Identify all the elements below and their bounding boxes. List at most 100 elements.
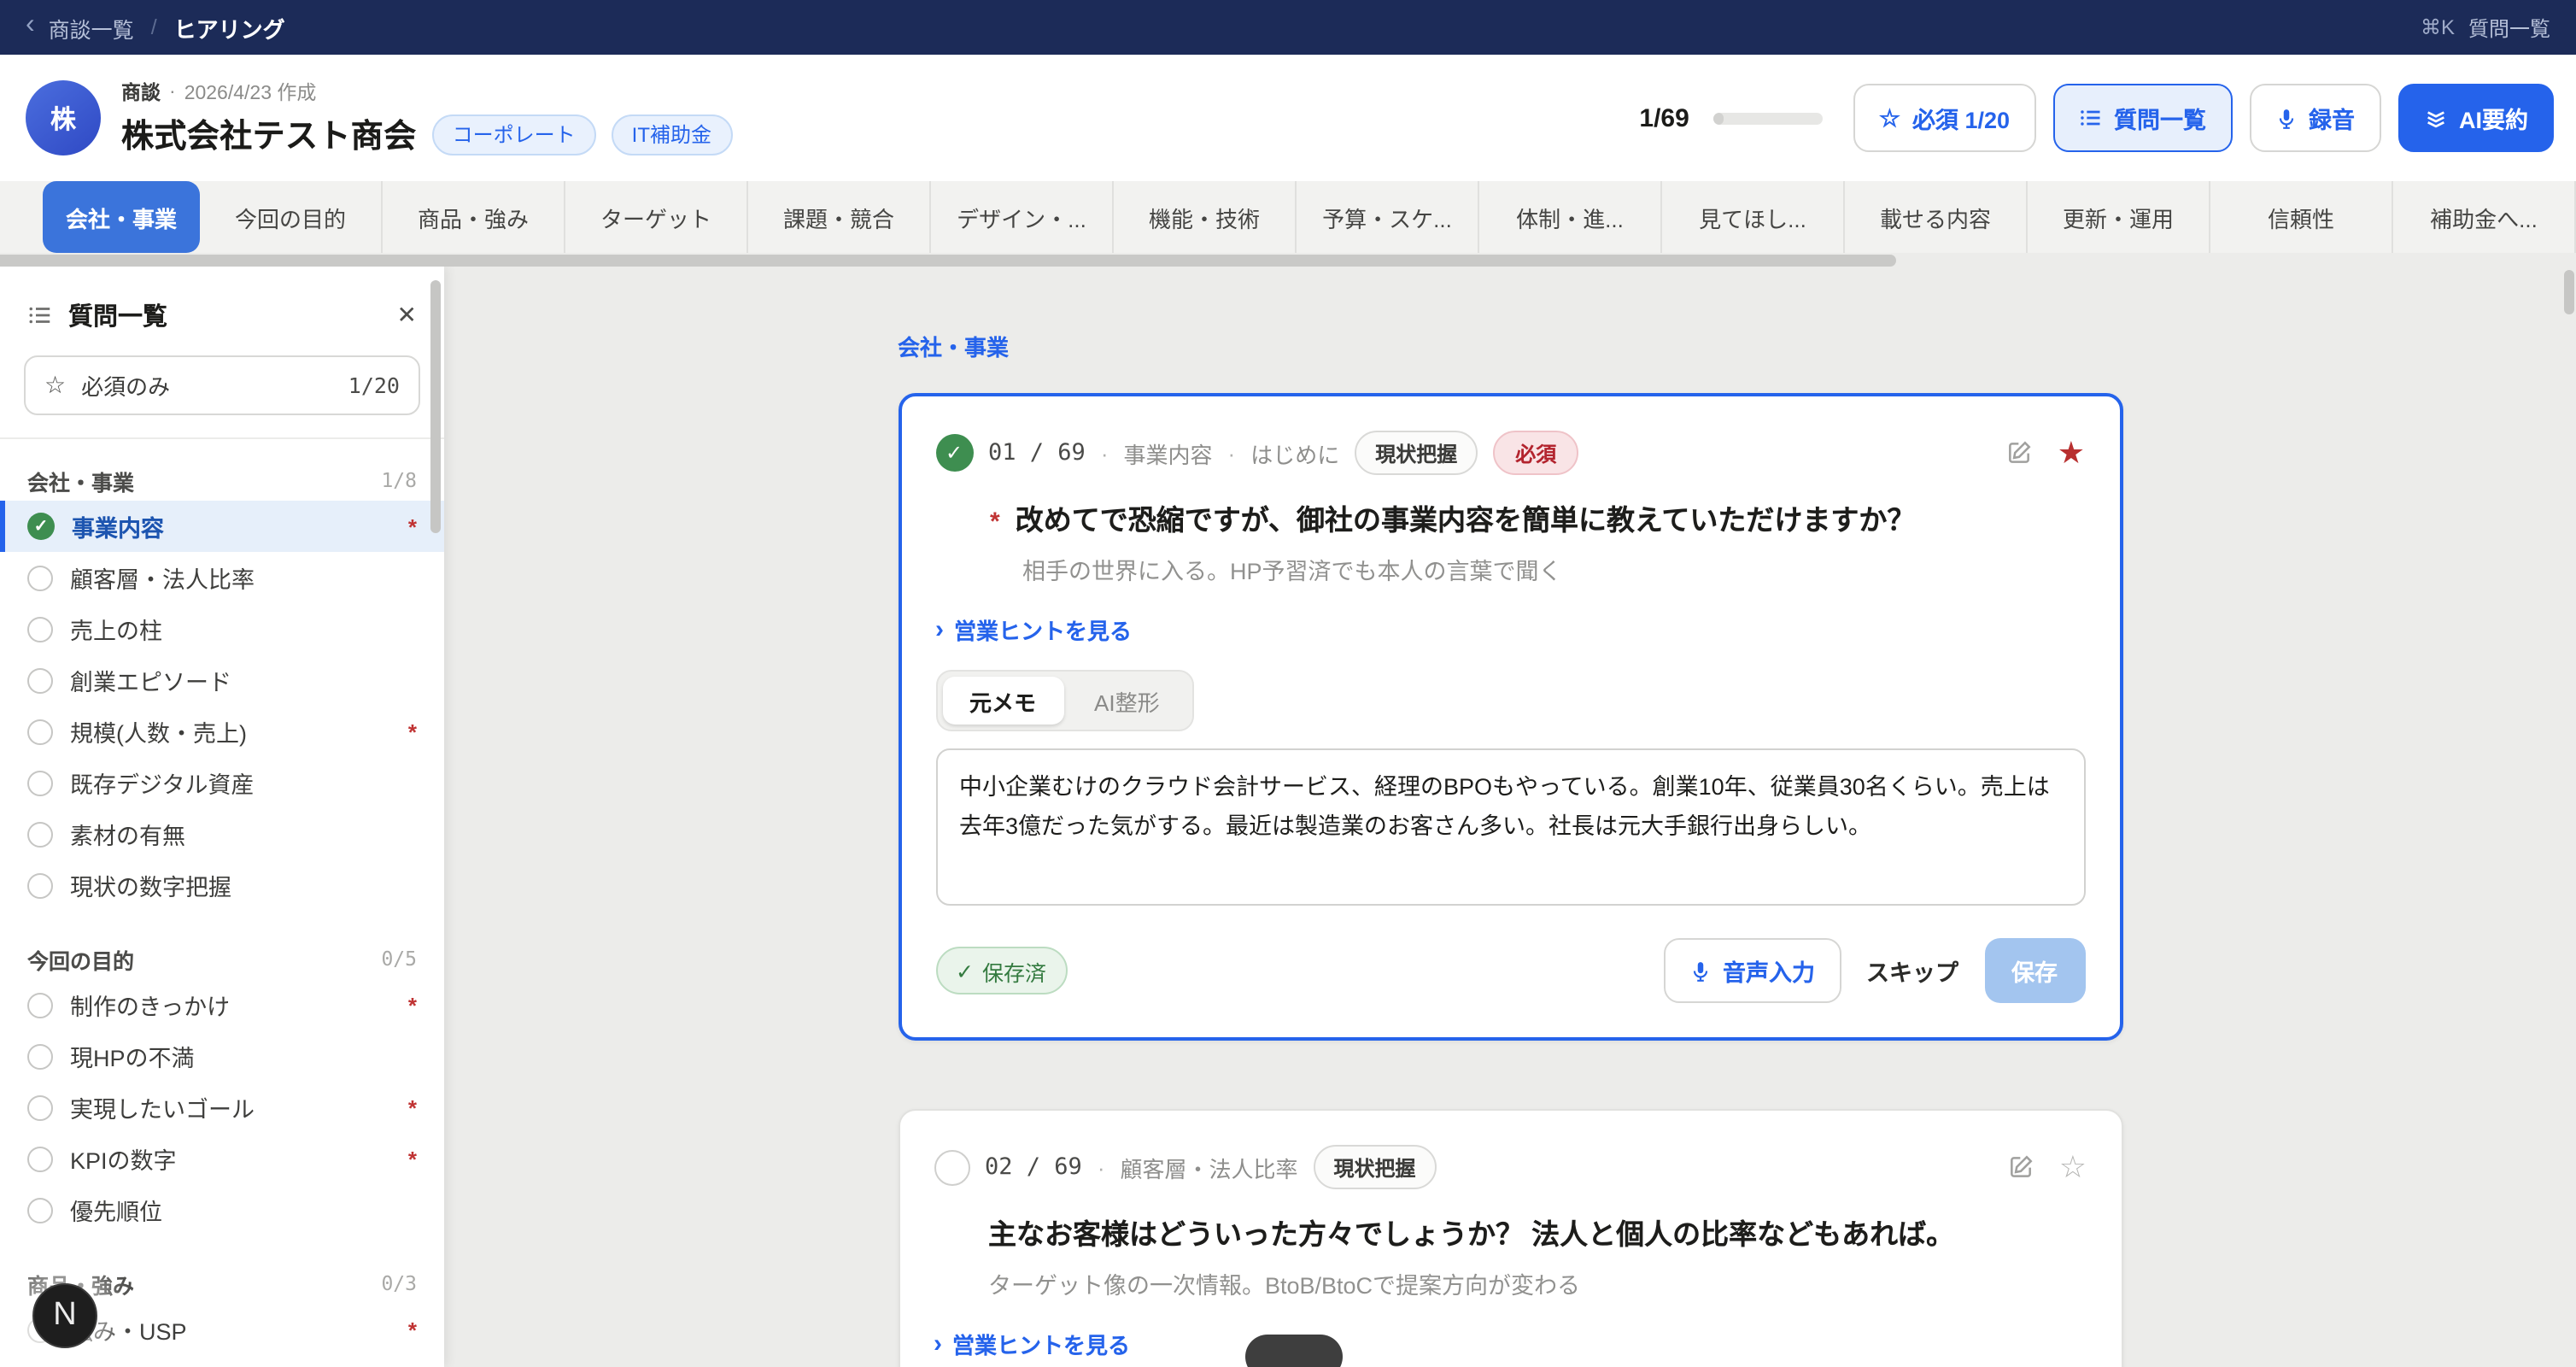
voice-input-button[interactable]: 音声入力 [1663,938,1841,1003]
app-window: ‹ 商談一覧 / ヒアリング ⌘K 質問一覧 株 商談 · 2026/4/23 … [0,0,2576,1367]
question-list-item[interactable]: 優先順位 [0,1184,444,1235]
section-count: 0/3 [381,1271,417,1295]
toast-pill [1245,1335,1343,1367]
star-outline-icon: ☆ [44,371,66,400]
category-tab[interactable]: ターゲット [565,181,748,253]
chevron-right-icon: › [935,617,944,642]
question-list-item[interactable]: 創業エピソード [0,654,444,706]
company-avatar: 株 [26,80,101,155]
question-list-item[interactable]: 売上の柱 [0,603,444,654]
question-list-item[interactable]: 制作のきっかけ* [0,979,444,1030]
close-icon[interactable]: ✕ [397,301,417,330]
category-tab[interactable]: 更新・運用 [2028,181,2210,253]
dev-tools-badge[interactable]: N [32,1283,97,1348]
category-tab[interactable]: 見てほし... [1662,181,1845,253]
edit-icon[interactable] [2006,439,2034,466]
required-badge: 必須 [1493,431,1578,475]
question-subtitle: ターゲット像の一次情報。BtoB/BtoCで提案方向が変わる [988,1266,2087,1300]
radio-circle-icon [27,667,53,693]
record-type: 商談 [121,79,161,106]
ai-summary-button[interactable]: AI要約 [2397,84,2554,152]
tag-badge-subsidy: IT補助金 [612,114,732,155]
question-list-item[interactable]: 既存デジタル資産 [0,757,444,808]
question-list-item[interactable]: ✓事業内容* [0,501,444,552]
tag-badge-corporate: コーポレート [432,114,596,155]
category-tab[interactable]: 補助金へ... [2393,181,2576,253]
record-meta: 商談 · 2026/4/23 作成 [121,79,732,106]
radio-circle-icon [27,1146,53,1171]
star-filled-icon[interactable]: ★ [2058,437,2085,468]
check-icon: ✓ [956,958,974,983]
radio-circle-icon [27,1043,53,1069]
question-item-label: 実現したいゴール [70,1090,255,1124]
question-item-label: 現状の数字把握 [70,868,231,902]
question-title: 改めてで恐縮ですが、御社の事業内容を簡単に教えていただけますか？ [1016,506,1916,537]
category-tab[interactable]: 商品・強み [383,181,565,253]
question-section: 会社・事業 1/8 ✓事業内容*顧客層・法人比率売上の柱創業エピソード規模(人数・売… [0,460,444,911]
category-tab[interactable]: 体制・進... [1479,181,1662,253]
command-k-shortcut: ⌘K [2421,15,2455,39]
question-list-item[interactable]: 素材の有無 [0,808,444,860]
content-area: 質問一覧 ✕ ☆ 必須のみ 1/20 会社・事業 1/8 ✓事業内容*顧客層・法人比… [0,267,2576,1367]
sales-hint-link[interactable]: › 営業ヒントを見る [935,613,2085,646]
category-tab[interactable]: 今回の目的 [200,181,383,253]
shortcut-hint[interactable]: ⌘K 質問一覧 [2421,13,2550,42]
question-item-label: 優先順位 [70,1193,162,1227]
skip-button[interactable]: スキップ [1866,953,1958,988]
question-number: 01 / 69 [988,439,1086,466]
category-tab[interactable]: 課題・競合 [748,181,931,253]
category-anchor-link[interactable]: 会社・事業 [898,330,1009,362]
category-tab[interactable]: 載せる内容 [1845,181,2028,253]
edit-icon[interactable] [2008,1153,2035,1181]
answer-textarea[interactable]: 中小企業むけのクラウド会計サービス、経理のBPOもやっている。創業10年、従業員… [935,748,2085,906]
progress-label: 1/69 [1639,103,1689,132]
required-filter-button[interactable]: ☆ 必須 1/20 [1853,84,2035,152]
section-label: 今回の目的 [27,942,134,975]
category-tab[interactable]: 予算・スケ... [1297,181,1479,253]
question-list-item[interactable]: 現状の数字把握 [0,860,444,911]
chevron-right-icon: › [934,1331,942,1357]
sales-hint-link[interactable]: › 営業ヒントを見る [934,1328,2087,1360]
header-actions: 1/69 ☆ 必須 1/20 質問一覧 録音 [1639,84,2554,152]
question-section: 今回の目的0/5制作のきっかけ*現HPの不満実現したいゴール*KPIの数字*優先… [0,938,444,1235]
question-list-item[interactable]: 規模(人数・売上)* [0,706,444,757]
question-item-label: 売上の柱 [70,612,162,646]
category-tab[interactable]: 会社・事業 [43,181,200,253]
question-list-item[interactable]: 顧客層・法人比率 [0,552,444,603]
microphone-icon [1689,959,1711,982]
question-list-button[interactable]: 質問一覧 [2052,84,2232,152]
radio-circle-icon [27,616,53,642]
back-link[interactable]: ‹ 商談一覧 [26,11,134,44]
radio-circle-icon [27,770,53,795]
vertical-scrollbar[interactable] [2564,270,2574,314]
breadcrumb-current: ヒアリング [174,11,285,44]
category-tab[interactable]: 機能・技術 [1114,181,1297,253]
sidebar-scrollbar[interactable] [430,280,441,533]
question-title: 主なお客様はどういった方々でしょうか？ 法人と個人の比率などもあれば。 [988,1212,2087,1253]
microphone-icon [2274,107,2297,129]
category-tab[interactable]: デザイン・... [931,181,1114,253]
section-label: 会社・事業 [27,464,134,496]
tab-ai-format[interactable]: AI整形 [1067,677,1187,725]
tab-original-memo[interactable]: 元メモ [942,677,1063,725]
created-date: 2026/4/23 作成 [184,79,317,106]
chevron-left-icon: ‹ [26,12,35,39]
save-button[interactable]: 保存 [1984,938,2085,1003]
required-only-filter[interactable]: ☆ 必須のみ 1/20 [24,355,420,415]
layers-icon [2423,106,2447,130]
back-label: 商談一覧 [49,11,134,44]
question-sections: 会社・事業 1/8 ✓事業内容*顧客層・法人比率売上の柱創業エピソード規模(人数・売… [0,439,444,1367]
question-list-item[interactable]: 現HPの不満 [0,1030,444,1082]
horizontal-scrollbar[interactable] [0,255,1896,267]
category-tab[interactable]: 信頼性 [2210,181,2393,253]
question-phase: はじめに [1250,437,1339,469]
star-outline-icon[interactable]: ☆ [2059,1152,2087,1182]
section-count: 1/8 [381,468,417,492]
question-list-item[interactable]: KPIの数字* [0,1133,444,1184]
required-asterisk: * [408,1094,417,1120]
question-item-label: 顧客の褒め言葉 [70,1364,231,1367]
record-button[interactable]: 録音 [2249,84,2380,152]
question-list-item[interactable]: 実現したいゴール * [0,1082,444,1133]
question-list-item[interactable]: 顧客の褒め言葉 [0,1355,444,1367]
sidebar-title: 質問一覧 [68,297,167,333]
